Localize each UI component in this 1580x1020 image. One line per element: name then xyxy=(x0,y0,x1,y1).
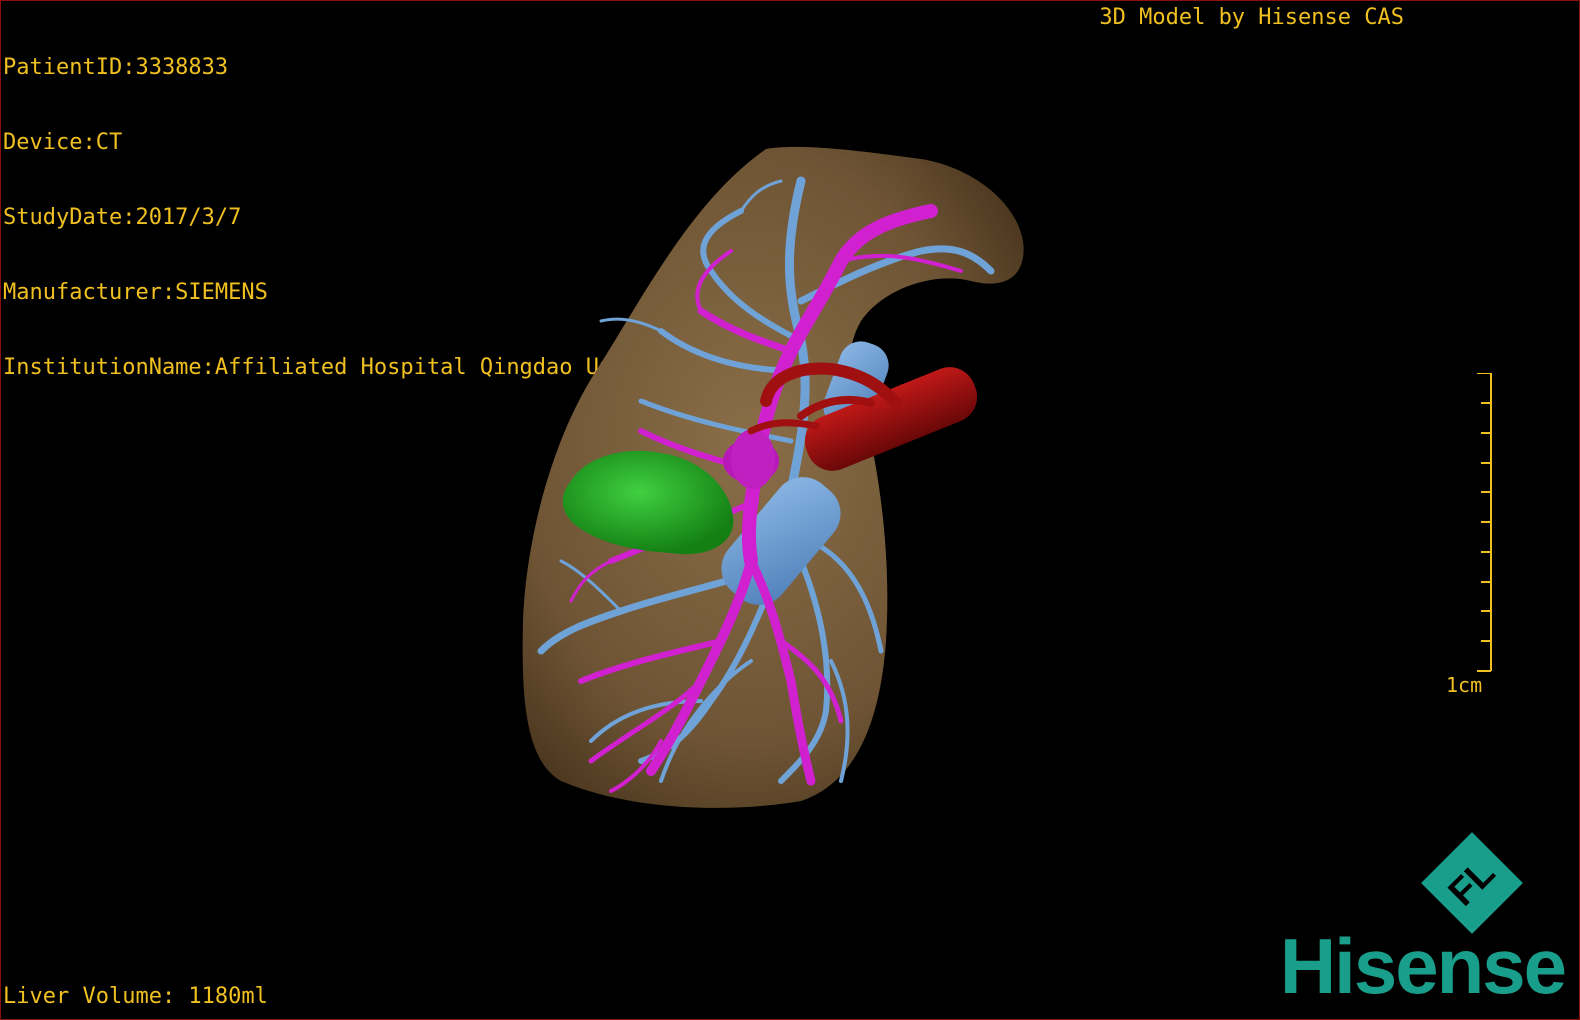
patient-id: PatientID:3338833 xyxy=(3,55,229,80)
hisense-logo: Hisense xyxy=(1279,922,1567,1010)
scale-label: 1cm xyxy=(1446,673,1483,697)
portal-trunk[interactable] xyxy=(731,429,775,489)
liver-volume: Liver Volume: 1180ml xyxy=(3,984,268,1009)
3d-viewport[interactable]: PatientID:3338833 Device:CT StudyDate:20… xyxy=(0,0,1580,1020)
scale-bar xyxy=(1477,373,1492,672)
model-credit: 3D Model by Hisense CAS xyxy=(1099,5,1404,30)
liver-3d-model[interactable] xyxy=(501,141,1041,821)
